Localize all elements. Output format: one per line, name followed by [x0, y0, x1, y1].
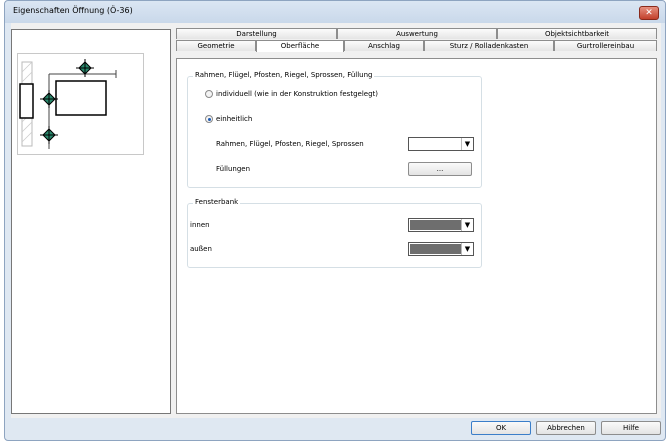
tab-panel-oberflaeche: Rahmen, Flügel, Pfosten, Riegel, Sprosse… — [176, 58, 657, 414]
close-button[interactable]: ✕ — [639, 6, 659, 20]
sill-inside-label: innen — [190, 221, 210, 229]
frame-color-dropdown[interactable]: ▼ — [408, 137, 474, 151]
help-button[interactable]: Hilfe — [601, 421, 661, 435]
tab-anschlag[interactable]: Anschlag — [344, 40, 424, 51]
dropdown-arrow-icon: ▼ — [461, 138, 473, 150]
tab-objektsichtbarkeit[interactable]: Objektsichtbarkeit — [497, 28, 657, 39]
sill-inside-dropdown[interactable]: ▼ — [408, 218, 474, 232]
close-icon: ✕ — [645, 8, 653, 18]
window-title: Eigenschaften Öffnung (Ö-36) — [13, 6, 133, 15]
title-bar[interactable]: Eigenschaften Öffnung (Ö-36) ✕ — [5, 1, 665, 23]
tab-auswertung[interactable]: Auswertung — [337, 28, 497, 39]
sill-outside-label: außen — [190, 245, 212, 253]
sill-group: Fensterbank innen ▼ außen ▼ — [187, 198, 482, 268]
radio-individual-label[interactable]: individuell (wie in der Konstruktion fes… — [216, 90, 378, 98]
sill-outside-swatch — [410, 244, 462, 254]
tab-row-2: Geometrie Oberfläche Anschlag Sturz / Ro… — [176, 40, 657, 52]
frame-color-swatch — [410, 139, 462, 149]
radio-individual[interactable] — [205, 90, 213, 98]
tab-gurtrollereinbau[interactable]: Gurtrollereinbau — [554, 40, 657, 51]
sill-inside-swatch — [410, 220, 462, 230]
cancel-button[interactable]: Abbrechen — [536, 421, 596, 435]
opening-preview — [17, 53, 144, 155]
dropdown-arrow-icon: ▼ — [461, 243, 473, 255]
ok-button[interactable]: OK — [471, 421, 531, 435]
surface-group-title: Rahmen, Flügel, Pfosten, Riegel, Sprosse… — [193, 71, 375, 79]
fill-label: Füllungen — [216, 165, 251, 173]
radio-uniform[interactable] — [205, 115, 213, 123]
sill-outside-dropdown[interactable]: ▼ — [408, 242, 474, 256]
radio-uniform-label[interactable]: einheitlich — [216, 115, 252, 123]
tab-row-1: Darstellung Auswertung Objektsichtbarkei… — [176, 28, 657, 39]
tab-geometrie[interactable]: Geometrie — [176, 40, 256, 51]
surface-group: Rahmen, Flügel, Pfosten, Riegel, Sprosse… — [187, 71, 482, 188]
dropdown-arrow-icon: ▼ — [461, 219, 473, 231]
frame-color-label: Rahmen, Flügel, Pfosten, Riegel, Sprosse… — [216, 140, 364, 148]
opening-preview-drawing — [19, 59, 117, 149]
dialog-client-area: Darstellung Auswertung Objektsichtbarkei… — [11, 23, 661, 418]
fill-browse-button[interactable]: ... — [408, 162, 472, 176]
tab-darstellung[interactable]: Darstellung — [176, 28, 337, 39]
tab-oberflaeche[interactable]: Oberfläche — [256, 40, 344, 52]
dialog-window: Eigenschaften Öffnung (Ö-36) ✕ Darstellu… — [4, 0, 666, 441]
preview-panel — [11, 29, 171, 414]
tab-sturz-rolladenkasten[interactable]: Sturz / Rolladenkasten — [424, 40, 554, 51]
sill-group-title: Fensterbank — [193, 198, 241, 206]
